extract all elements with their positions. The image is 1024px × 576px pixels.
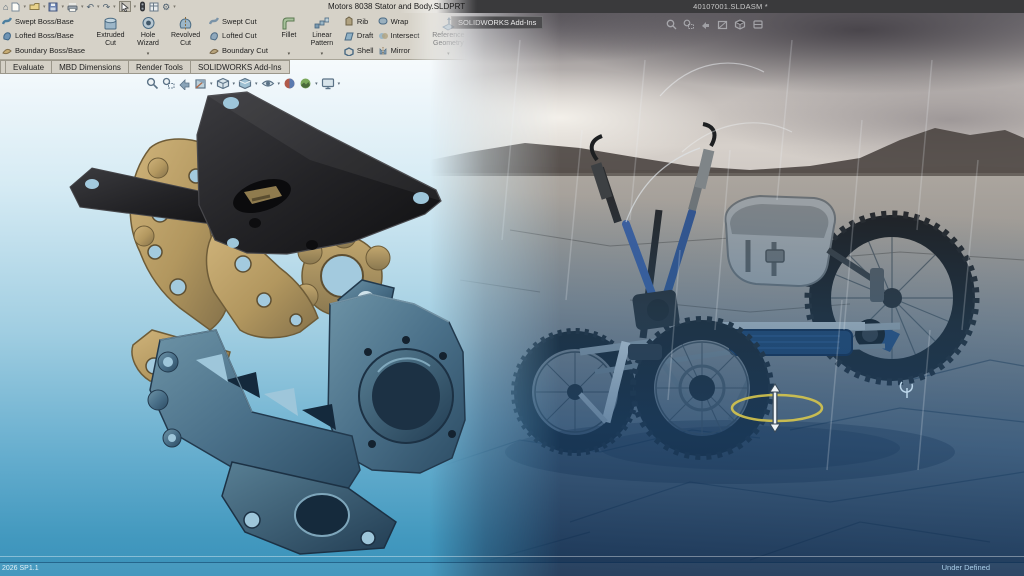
- wrap-button[interactable]: Wrap: [378, 16, 420, 26]
- undo-icon[interactable]: ↶: [87, 2, 95, 12]
- draft-button[interactable]: Draft: [344, 31, 374, 41]
- apply-scene-icon[interactable]: [299, 77, 312, 90]
- version-label: 2026 SP1.1: [2, 565, 39, 572]
- lofted-cut-button[interactable]: Lofted Cut: [209, 31, 268, 41]
- save-icon[interactable]: [48, 2, 58, 12]
- assembly-title-bar: 40107001.SLDASM *: [437, 0, 1024, 13]
- shell-button[interactable]: Shell: [344, 46, 374, 56]
- redo-icon[interactable]: ↷: [103, 2, 111, 12]
- cut-group: Extruded Cut Hole Wizard ▾ Revolved Cut: [89, 13, 207, 59]
- tab-solidworks-add-ins[interactable]: SOLIDWORKS Add-Ins: [191, 60, 290, 74]
- new-document-icon[interactable]: [11, 2, 20, 12]
- cut-stack-group: Swept Cut Lofted Cut Boundary Cut: [207, 13, 270, 59]
- extruded-cut-button[interactable]: Extruded Cut: [91, 14, 130, 58]
- boundary-boss-base-button[interactable]: Boundary Boss/Base: [2, 46, 85, 56]
- zoom-fit-icon[interactable]: [146, 77, 159, 90]
- fillet-button[interactable]: Fillet ▾: [274, 14, 304, 58]
- heads-up-view-toolbar: ▾ ▾ ▾ ▾ ▾ ▾: [146, 77, 340, 90]
- constraint-status-label: Under Defined: [942, 563, 990, 572]
- add-ins-tooltip: SOLIDWORKS Add-Ins: [451, 16, 543, 29]
- feature-stack-2: Wrap Intersect Mirror: [376, 13, 422, 59]
- status-divider-top: [0, 556, 1024, 557]
- design-table-icon[interactable]: [149, 2, 159, 12]
- hide-show-items-icon[interactable]: [261, 77, 275, 90]
- view-orientation-icon[interactable]: [216, 77, 230, 90]
- rib-button[interactable]: Rib: [344, 16, 374, 26]
- command-tabs: Evaluate MBD Dimensions Render Tools SOL…: [0, 60, 290, 74]
- pattern-group: Fillet ▾ Linear Pattern ▾: [272, 13, 342, 59]
- boss-base-group: Swept Boss/Base Lofted Boss/Base Boundar…: [0, 13, 87, 59]
- capsule-tool-icon[interactable]: [139, 1, 146, 12]
- boundary-cut-button[interactable]: Boundary Cut: [209, 46, 268, 56]
- display-style-icon[interactable]: [238, 77, 252, 90]
- tab-evaluate[interactable]: Evaluate: [6, 60, 52, 74]
- intersect-button[interactable]: Intersect: [378, 31, 420, 41]
- select-cursor-icon[interactable]: [119, 1, 131, 12]
- edit-appearance-icon[interactable]: [283, 77, 296, 90]
- left-document-title: Motors 8038 Stator and Body.SLDPRT: [328, 2, 465, 11]
- lofted-boss-base-button[interactable]: Lofted Boss/Base: [2, 31, 85, 41]
- revolved-cut-button[interactable]: Revolved Cut: [166, 14, 205, 58]
- solidworks-window: ⌂ ▾ ▾ ▾ ▾ ↶▾ ↷▾ ▾ ⚙▾ Motors 8038 Stator …: [0, 0, 1024, 576]
- section-view-icon[interactable]: [194, 77, 207, 90]
- view-settings-icon[interactable]: [321, 77, 335, 90]
- right-document-title: 40107001.SLDASM *: [693, 2, 768, 11]
- open-icon[interactable]: [29, 2, 40, 11]
- print-icon[interactable]: [67, 2, 78, 12]
- swept-boss-base-button[interactable]: Swept Boss/Base: [2, 16, 85, 26]
- options-gear-icon[interactable]: ⚙: [162, 2, 170, 12]
- zoom-area-icon[interactable]: [162, 77, 175, 90]
- status-bar: [0, 563, 1024, 576]
- tab-mbd-dimensions[interactable]: MBD Dimensions: [52, 60, 129, 74]
- tab-render-tools[interactable]: Render Tools: [129, 60, 191, 74]
- previous-view-icon[interactable]: [178, 77, 191, 90]
- swept-cut-button[interactable]: Swept Cut: [209, 16, 268, 26]
- features-ribbon: Swept Boss/Base Lofted Boss/Base Boundar…: [0, 13, 470, 60]
- part-black-top-plate: [70, 92, 441, 254]
- hole-wizard-dropdown[interactable]: ▾: [147, 51, 150, 57]
- home-icon[interactable]: ⌂: [3, 2, 8, 12]
- feature-stack-1: Rib Draft Shell: [342, 13, 376, 59]
- linear-pattern-button[interactable]: Linear Pattern ▾: [304, 14, 340, 58]
- hole-wizard-button[interactable]: Hole Wizard ▾: [130, 14, 166, 58]
- mirror-button[interactable]: Mirror: [378, 46, 420, 56]
